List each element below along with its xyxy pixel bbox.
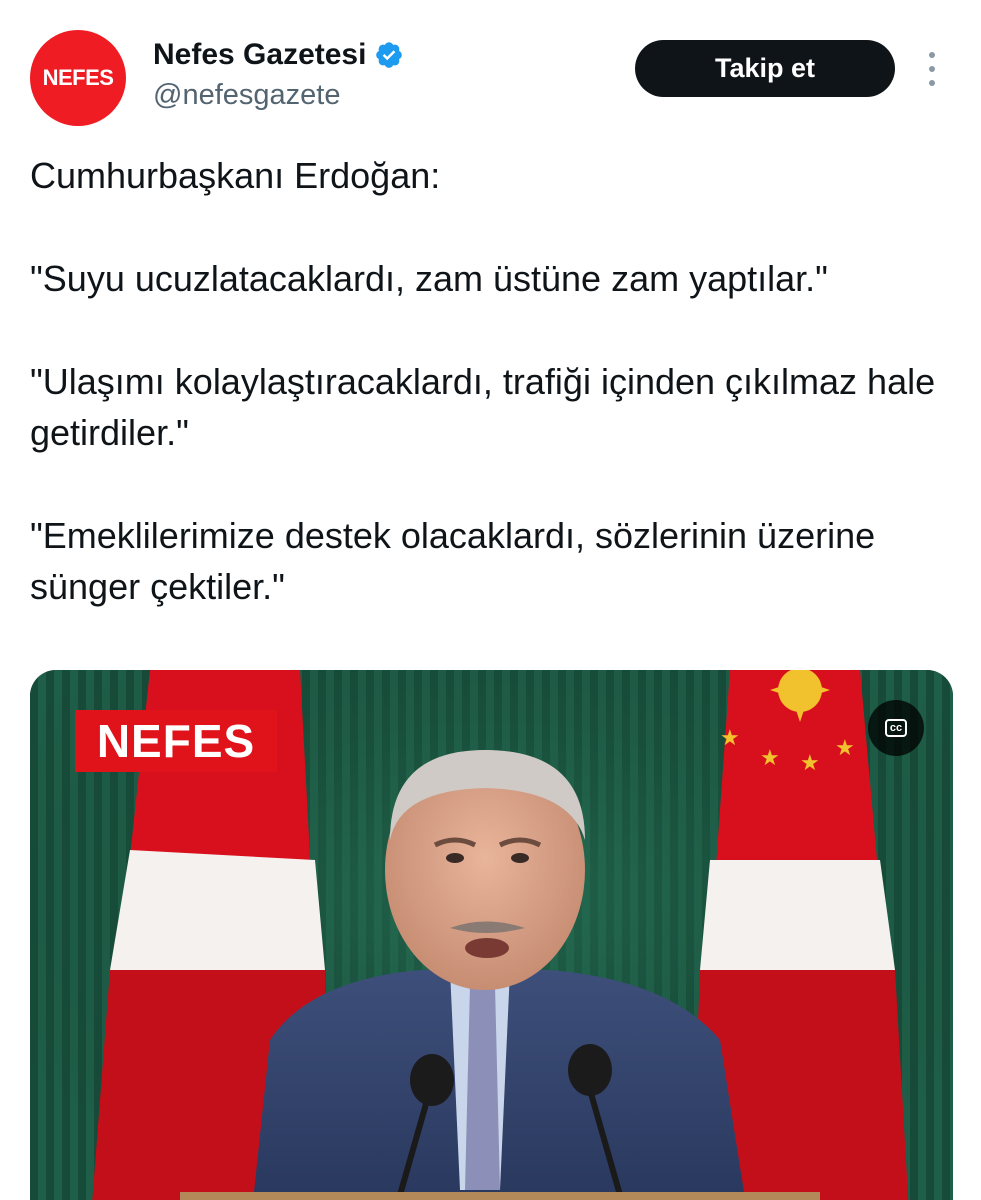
follow-button[interactable]: Takip et <box>635 40 895 97</box>
tweet-line: "Ulaşımı kolaylaştıracaklardı, trafiği i… <box>30 361 936 453</box>
captions-label: cc <box>884 719 908 737</box>
tweet-line: "Emeklilerimize destek olacaklardı, sözl… <box>30 515 876 607</box>
nefes-watermark: NEFES <box>75 710 277 772</box>
author-name-row: Nefes Gazetesi <box>153 38 404 72</box>
avatar-text: NEFES <box>42 65 114 90</box>
tweet-page: NEFES Nefes Gazetesi @nefesgazete Takip … <box>0 0 981 1200</box>
handle[interactable]: @nefesgazete <box>153 79 340 112</box>
tweet-line: "Suyu ucuzlatacaklardı, zam üstüne zam y… <box>30 258 828 299</box>
watermark-text: NEFES <box>96 715 256 767</box>
svg-text:★: ★ <box>800 751 820 776</box>
captions-icon[interactable]: cc <box>868 700 924 756</box>
tweet-line: Cumhurbaşkanı Erdoğan: <box>30 155 441 196</box>
more-options-icon[interactable] <box>922 52 942 86</box>
verified-badge-icon <box>376 42 403 68</box>
video-player[interactable]: ★ ★ ★ ★ NEFES cc <box>30 670 953 1200</box>
svg-text:★: ★ <box>760 746 780 771</box>
tweet-text: Cumhurbaşkanı Erdoğan: "Suyu ucuzlatacak… <box>30 150 960 612</box>
avatar[interactable]: NEFES <box>30 30 126 126</box>
display-name[interactable]: Nefes Gazetesi <box>153 38 366 72</box>
svg-text:★: ★ <box>835 736 855 761</box>
svg-text:★: ★ <box>720 726 740 751</box>
